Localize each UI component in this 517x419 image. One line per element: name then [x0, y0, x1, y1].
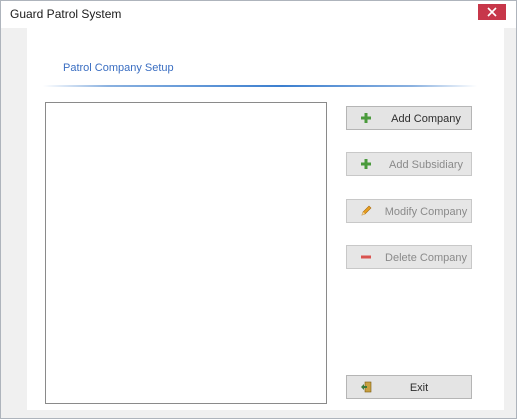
exit-label: Exit — [409, 382, 429, 394]
title-bar: Guard Patrol System — [1, 1, 516, 28]
content-panel: Patrol Company Setup Add Company Add Sub… — [27, 28, 504, 410]
window-title: Guard Patrol System — [10, 7, 122, 21]
app-window: Guard Patrol System Patrol Company Setup… — [0, 0, 517, 419]
add-subsidiary-button[interactable]: Add Subsidiary — [346, 152, 472, 176]
pencil-icon — [361, 205, 372, 216]
company-list[interactable] — [45, 102, 327, 404]
minus-icon — [361, 255, 371, 259]
delete-company-label: Delete Company — [385, 252, 467, 264]
add-subsidiary-label: Add Subsidiary — [389, 159, 463, 171]
exit-button[interactable]: Exit — [346, 375, 472, 399]
plus-icon — [361, 113, 371, 123]
modify-company-label: Modify Company — [384, 206, 468, 218]
add-company-label: Add Company — [391, 113, 461, 125]
close-button[interactable] — [478, 4, 506, 20]
modify-company-button[interactable]: Modify Company — [346, 199, 472, 223]
section-divider — [43, 85, 477, 87]
section-title: Patrol Company Setup — [63, 62, 174, 74]
close-icon — [487, 7, 497, 17]
plus-icon — [361, 159, 371, 169]
exit-door-icon — [361, 381, 372, 393]
add-company-button[interactable]: Add Company — [346, 106, 472, 130]
delete-company-button[interactable]: Delete Company — [346, 245, 472, 269]
